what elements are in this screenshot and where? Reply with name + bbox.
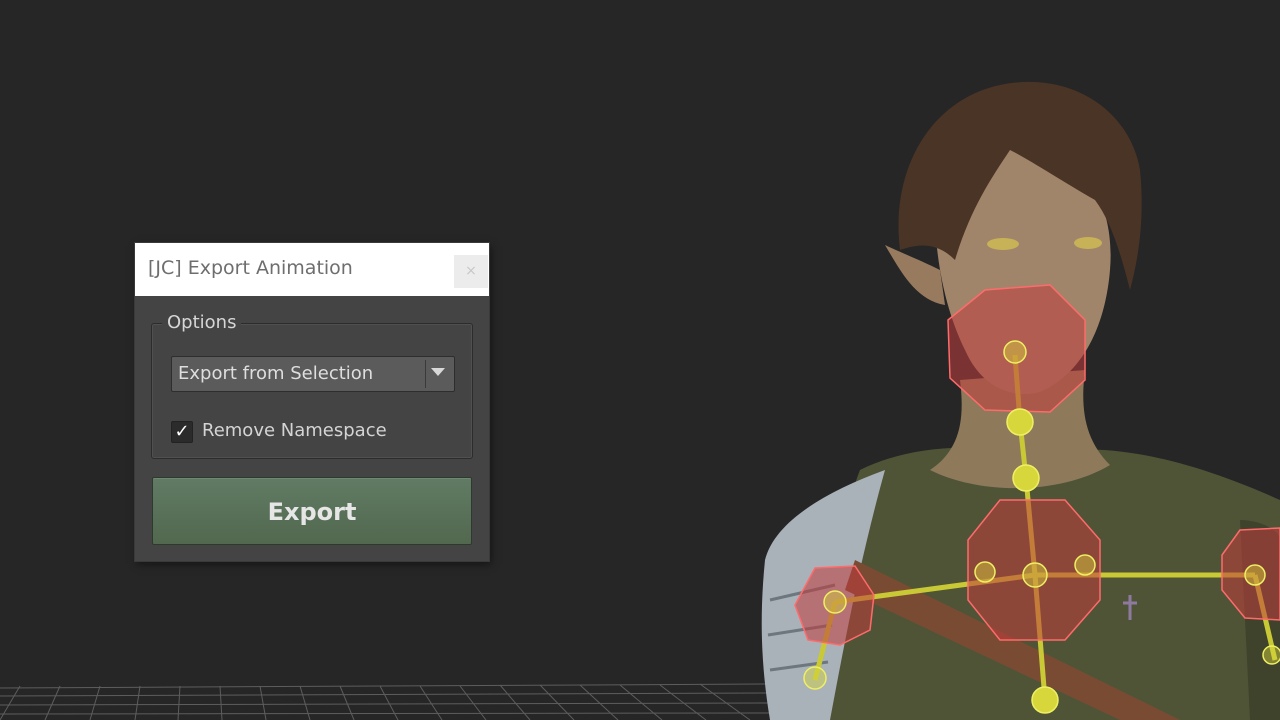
options-group: Options Export from Selection ✓ Remove N…	[151, 312, 473, 459]
remove-namespace-label[interactable]: Remove Namespace	[202, 420, 387, 441]
export-mode-selected-value: Export from Selection	[178, 363, 374, 384]
close-button[interactable]: ×	[454, 255, 488, 288]
remove-namespace-option[interactable]: ✓ Remove Namespace	[171, 419, 431, 445]
options-group-label: Options	[162, 312, 242, 334]
dialog-titlebar[interactable]: [JC] Export Animation ×	[135, 243, 489, 296]
left-eye	[987, 238, 1019, 250]
right-eye	[1074, 237, 1102, 249]
chevron-down-icon[interactable]	[431, 368, 445, 376]
maya-viewport[interactable]: [JC] Export Animation × Options Export f…	[0, 0, 1280, 720]
export-animation-dialog[interactable]: [JC] Export Animation × Options Export f…	[135, 243, 489, 561]
close-icon: ×	[465, 263, 477, 279]
dropdown-divider	[425, 360, 426, 388]
export-mode-dropdown[interactable]: Export from Selection	[171, 356, 455, 392]
remove-namespace-checkbox[interactable]: ✓	[171, 421, 193, 443]
checkmark-icon: ✓	[174, 421, 190, 442]
character-ear	[885, 245, 945, 305]
dialog-title: [JC] Export Animation	[148, 257, 353, 279]
ground-grid	[0, 683, 771, 720]
export-button[interactable]: Export	[152, 477, 472, 545]
